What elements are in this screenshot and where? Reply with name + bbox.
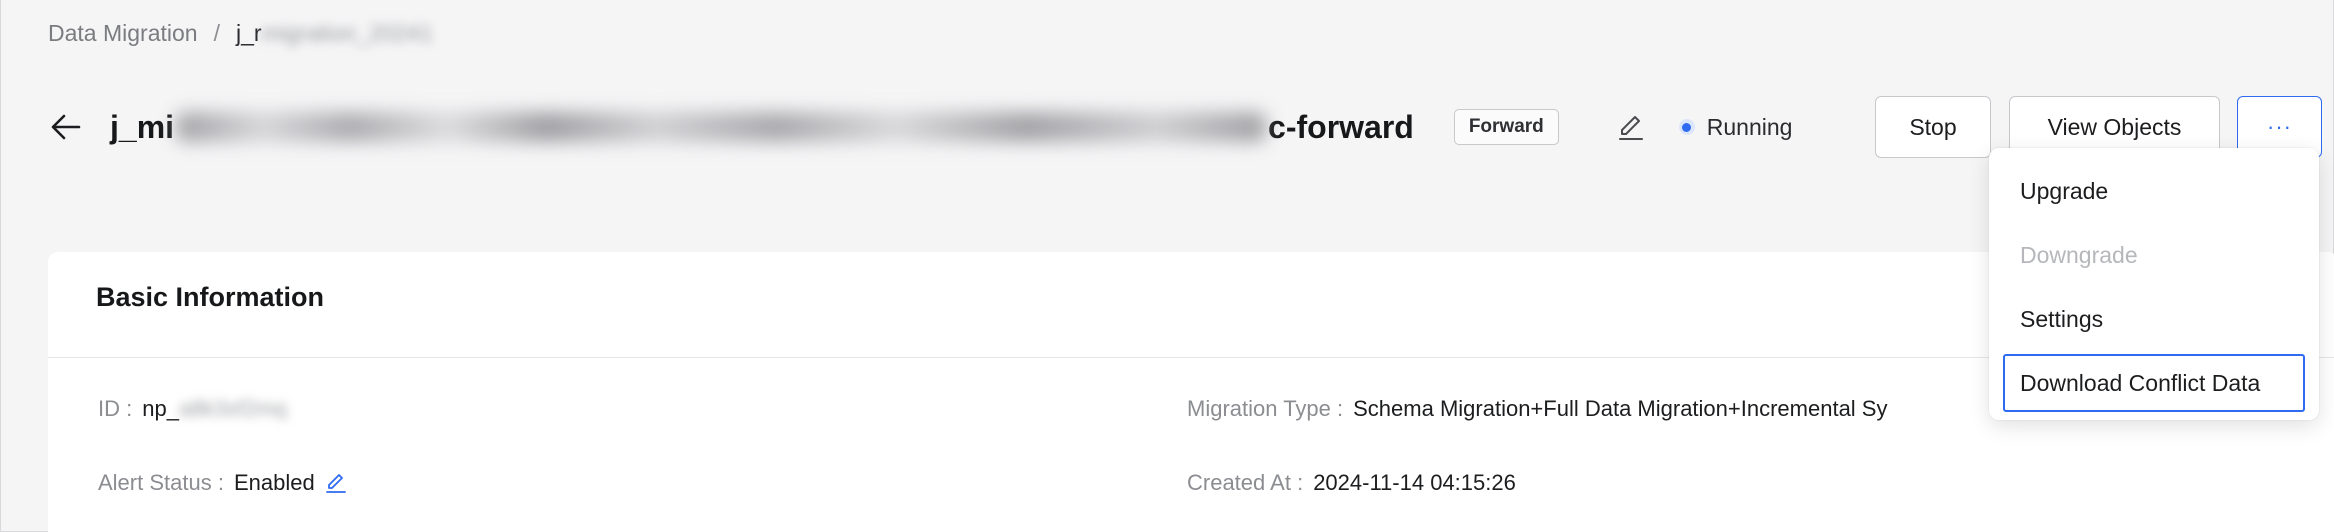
edit-alert-icon[interactable]	[325, 471, 349, 495]
page-header: j_mi c-forward Forward Running Stop View…	[48, 92, 2328, 162]
id-value: np_	[142, 396, 179, 421]
created-at-label: Created At :	[1187, 470, 1304, 495]
status-label: Running	[1706, 113, 1793, 140]
title-prefix: j_mi	[110, 108, 175, 145]
id-label: ID :	[98, 396, 133, 421]
stop-button[interactable]: Stop	[1875, 96, 1991, 158]
alert-status-value: Enabled	[233, 470, 315, 495]
card-title: Basic Information	[96, 282, 325, 312]
breadcrumb-separator: /	[213, 20, 220, 46]
status-badge: Running	[1678, 113, 1793, 141]
created-at-value: 2024-11-14 04:15:26	[1313, 470, 1516, 495]
page-title: j_mi c-forward	[110, 109, 1414, 146]
migration-type-label: Migration Type :	[1187, 396, 1344, 421]
edit-pencil-icon[interactable]	[1615, 111, 1647, 143]
menu-item-upgrade[interactable]: Upgrade	[2003, 162, 2305, 220]
menu-item-downgrade: Downgrade	[2020, 241, 2138, 268]
breadcrumb: Data Migration / j_r migration_20241	[48, 20, 433, 47]
back-arrow-icon[interactable]	[48, 109, 84, 145]
alert-status-label: Alert Status :	[98, 470, 224, 495]
status-dot-icon	[1678, 119, 1695, 135]
menu-item-download-conflict-data[interactable]: Download Conflict Data	[2003, 354, 2305, 412]
created-at-field: Created At : 2024-11-14 04:15:26	[1187, 470, 1516, 496]
page: Data Migration / j_r migration_20241 j_m…	[0, 0, 2334, 532]
title-suffix: c-forward	[1268, 108, 1414, 145]
alert-status-field: Alert Status : Enabled	[98, 470, 349, 496]
direction-tag: Forward	[1453, 109, 1559, 145]
id-field: ID : np_ a8k3xf2mq	[98, 396, 287, 422]
breadcrumb-current: j_r	[235, 20, 262, 46]
id-value-redacted: a8k3xf2mq	[178, 396, 287, 421]
menu-item-settings[interactable]: Settings	[2003, 290, 2305, 348]
migration-type-value: Schema Migration+Full Data Migration+Inc…	[1353, 396, 1888, 421]
more-actions-menu: Upgrade Downgrade Settings Download Conf…	[1989, 148, 2319, 420]
breadcrumb-current-redacted: migration_20241	[261, 20, 433, 46]
title-redacted	[176, 112, 1267, 142]
breadcrumb-parent[interactable]: Data Migration	[48, 20, 198, 47]
migration-type-field: Migration Type : Schema Migration+Full D…	[1187, 396, 1887, 422]
